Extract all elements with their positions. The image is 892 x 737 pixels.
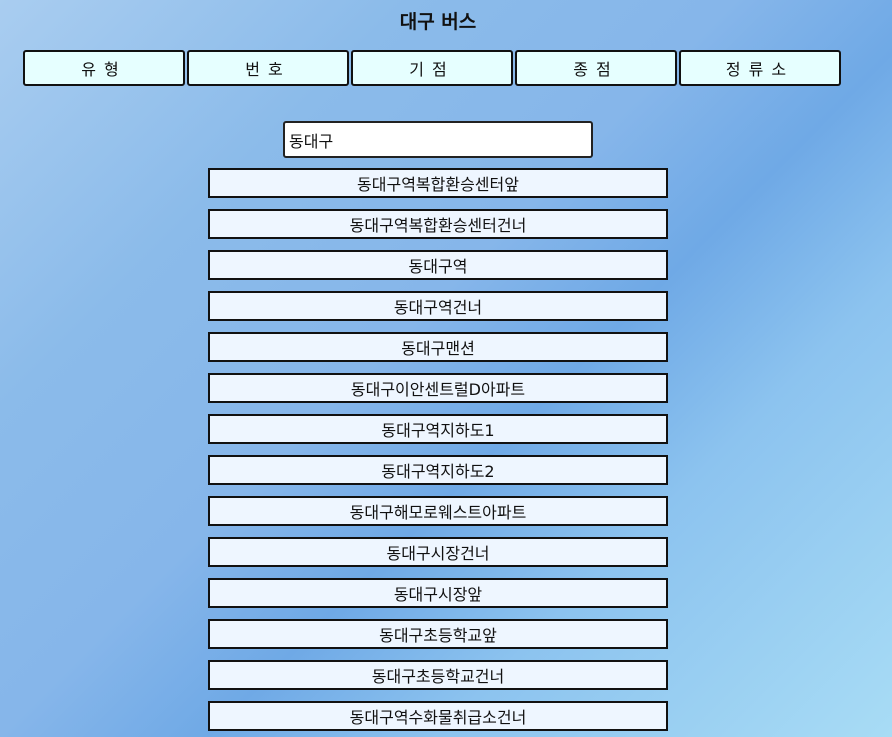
results-list: 동대구역복합환승센터앞 동대구역복합환승센터건너 동대구역 동대구역건너 동대구… bbox=[208, 168, 668, 731]
tab-origin[interactable]: 기점 bbox=[351, 50, 513, 86]
list-item[interactable]: 동대구시장앞 bbox=[208, 578, 668, 608]
list-item[interactable]: 동대구역복합환승센터앞 bbox=[208, 168, 668, 198]
tab-number[interactable]: 번호 bbox=[187, 50, 349, 86]
list-item[interactable]: 동대구초등학교앞 bbox=[208, 619, 668, 649]
list-item[interactable]: 동대구역복합환승센터건너 bbox=[208, 209, 668, 239]
tab-terminus[interactable]: 종점 bbox=[515, 50, 677, 86]
list-item[interactable]: 동대구초등학교건너 bbox=[208, 660, 668, 690]
list-item[interactable]: 동대구해모로웨스트아파트 bbox=[208, 496, 668, 526]
list-item[interactable]: 동대구이안센트럴D아파트 bbox=[208, 373, 668, 403]
list-item[interactable]: 동대구맨션 bbox=[208, 332, 668, 362]
tab-type[interactable]: 유형 bbox=[23, 50, 185, 86]
list-item[interactable]: 동대구역지하도2 bbox=[208, 455, 668, 485]
list-item[interactable]: 동대구시장건너 bbox=[208, 537, 668, 567]
list-item[interactable]: 동대구역 bbox=[208, 250, 668, 280]
search-input[interactable] bbox=[283, 121, 593, 158]
page-title: 대구 버스 bbox=[399, 11, 477, 33]
list-item[interactable]: 동대구역수화물취급소건너 bbox=[208, 701, 668, 731]
category-tabs: 유형 번호 기점 종점 정류소 bbox=[23, 50, 841, 86]
list-item[interactable]: 동대구역건너 bbox=[208, 291, 668, 321]
tab-bus-stop[interactable]: 정류소 bbox=[679, 50, 841, 86]
list-item[interactable]: 동대구역지하도1 bbox=[208, 414, 668, 444]
